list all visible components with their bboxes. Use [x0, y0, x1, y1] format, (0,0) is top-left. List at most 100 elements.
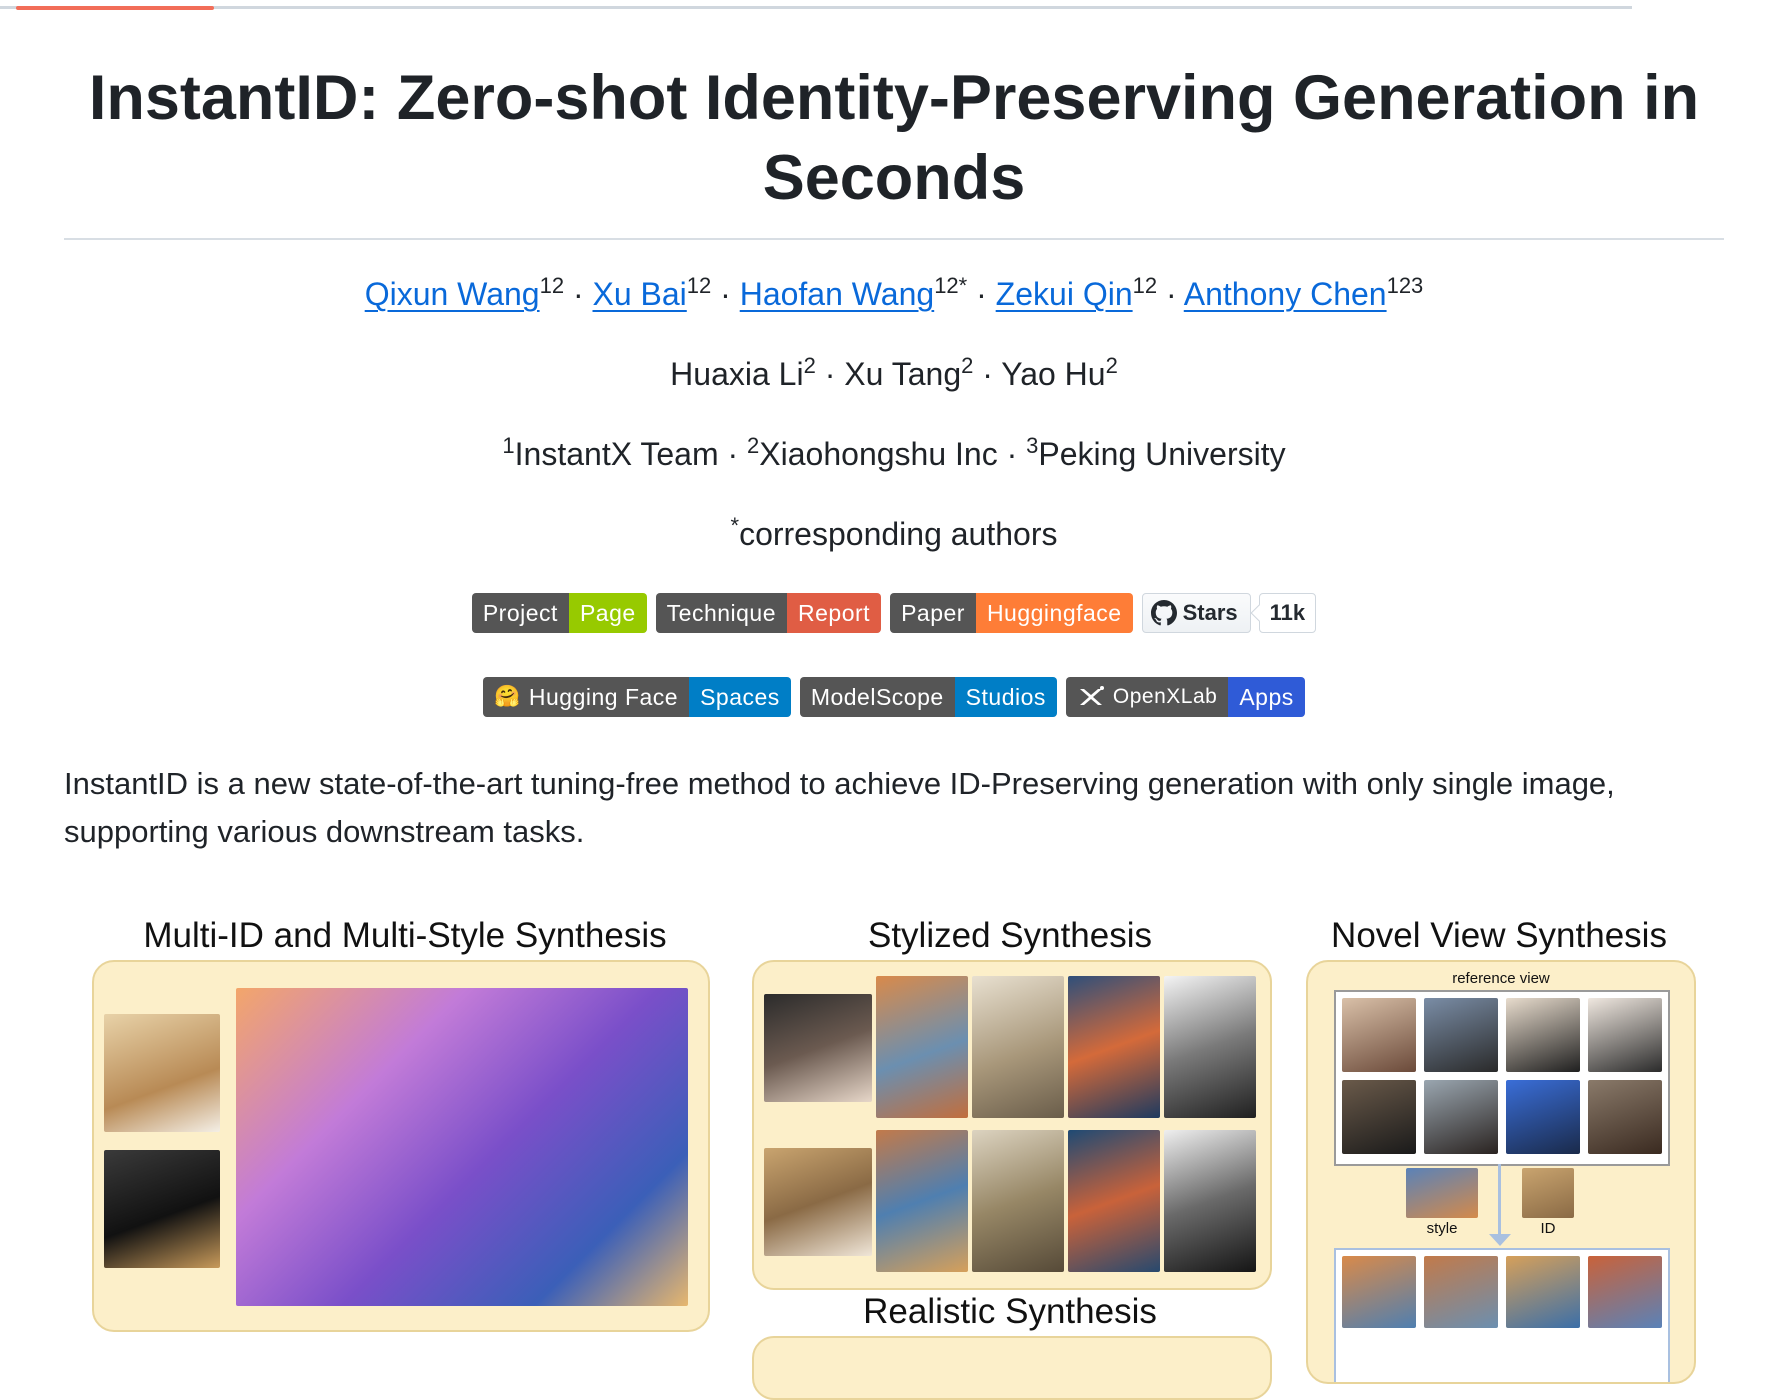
- stylized-output-image: [876, 976, 968, 1118]
- badge-value: Spaces: [689, 677, 791, 717]
- reference-view-image: [1588, 998, 1662, 1072]
- separator: ·: [976, 276, 987, 312]
- reference-face-image: [764, 994, 872, 1102]
- project-page-badge[interactable]: Project Page: [471, 593, 647, 633]
- reference-view-image: [1424, 998, 1498, 1072]
- github-icon: [1150, 600, 1177, 626]
- github-stars-badge: Stars 11k: [1141, 593, 1317, 633]
- page-title: InstantID: Zero-shot Identity-Preserving…: [88, 63, 1700, 213]
- author-sup: 2: [1105, 353, 1118, 378]
- modelscope-studios-badge[interactable]: ModelScope Studios: [799, 677, 1057, 717]
- author-list: Qixun Wang12 · Xu Bai12 · Haofan Wang12*…: [64, 273, 1724, 313]
- separator: ·: [572, 276, 584, 312]
- author-link-zekui-qin[interactable]: Zekui Qin: [996, 276, 1133, 312]
- stylized-output-image: [876, 1130, 968, 1272]
- reference-view-grid: [1334, 990, 1670, 1166]
- reference-view-image: [1342, 998, 1416, 1072]
- badge-row-demos: 🤗 Hugging Face Spaces ModelScope Studios…: [64, 677, 1724, 717]
- title-divider: [64, 238, 1724, 240]
- hugging-face-emoji: 🤗: [494, 685, 521, 708]
- author-sup: 2: [803, 353, 816, 378]
- badge-value: Apps: [1228, 677, 1305, 717]
- reference-face-image: [104, 1150, 220, 1268]
- stylized-output-image: [1164, 976, 1256, 1118]
- github-stars-count[interactable]: 11k: [1258, 593, 1317, 633]
- id-reference-image: [1522, 1168, 1574, 1218]
- project-description: InstantID is a new state-of-the-art tuni…: [64, 766, 1615, 849]
- affiliation-name: Peking University: [1038, 436, 1286, 472]
- badge-value: Studios: [954, 677, 1057, 717]
- affiliation-sup: 2: [747, 433, 760, 458]
- affiliation-sup: 1: [502, 433, 515, 458]
- novel-view-panel: reference view style ID: [1306, 960, 1696, 1384]
- page-progress-bar: [0, 6, 1632, 10]
- reference-view-image: [1342, 1080, 1416, 1154]
- separator: ·: [720, 276, 731, 312]
- generated-multi-id-image: [236, 988, 688, 1306]
- affiliation-name: Xiaohongshu Inc: [759, 436, 998, 472]
- affiliation-sup: 3: [1026, 433, 1039, 458]
- author-sup: 123: [1386, 273, 1424, 298]
- paper-huggingface-badge[interactable]: Paper Huggingface: [890, 593, 1133, 633]
- corresponding-note: *corresponding authors: [64, 513, 1724, 553]
- openxlab-apps-badge[interactable]: OpenXLab Apps: [1065, 677, 1305, 717]
- hugging-face-spaces-badge[interactable]: 🤗 Hugging Face Spaces: [483, 677, 791, 717]
- author-name: Xu Tang: [844, 356, 962, 392]
- badge-label: OpenXLab: [1112, 685, 1218, 708]
- stylized-output-image: [972, 1130, 1064, 1272]
- separator: ·: [1006, 436, 1018, 472]
- badge-label: Paper: [890, 593, 976, 633]
- reference-face-image: [104, 1014, 220, 1132]
- badge-label: Project: [471, 593, 569, 633]
- openxlab-icon: [1079, 686, 1104, 705]
- author-link-xu-bai[interactable]: Xu Bai: [593, 276, 687, 312]
- author-list-plain: Huaxia Li2 · Xu Tang2 · Yao Hu2: [64, 353, 1724, 393]
- affiliation-list: 1InstantX Team · 2Xiaohongshu Inc · 3Pek…: [64, 433, 1724, 473]
- novel-view-output-grid: [1334, 1248, 1670, 1382]
- author-sup: 12: [1132, 273, 1158, 298]
- flow-arrow-shaft: [1498, 1164, 1501, 1238]
- github-stars-button[interactable]: Stars: [1141, 593, 1251, 633]
- style-reference-image: [1406, 1168, 1478, 1218]
- id-label: ID: [1540, 1220, 1556, 1237]
- stylized-output-image: [1068, 976, 1160, 1118]
- realistic-title: Realistic Synthesis: [863, 1292, 1157, 1331]
- reference-view-image: [1506, 998, 1580, 1072]
- separator: ·: [824, 356, 836, 392]
- badge-row-primary: Project Page Technique Report Paper Hugg…: [64, 593, 1724, 633]
- author-sup: 12: [539, 273, 565, 298]
- corresponding-text: corresponding authors: [739, 516, 1058, 552]
- author-sup: 12*: [934, 273, 968, 298]
- badge-value: Page: [568, 593, 647, 633]
- novel-view-output-image: [1588, 1256, 1662, 1328]
- badge-label-group: OpenXLab: [1065, 677, 1229, 717]
- reference-face-image: [764, 1148, 872, 1256]
- stylized-output-image: [972, 976, 1064, 1118]
- novel-view-output-image: [1342, 1256, 1416, 1328]
- reference-view-image: [1588, 1080, 1662, 1154]
- author-name: Yao Hu: [1001, 356, 1106, 392]
- badge-label-group: 🤗 Hugging Face: [483, 677, 690, 717]
- corresponding-sup: *: [730, 513, 740, 538]
- technique-report-badge[interactable]: Technique Report: [655, 593, 882, 633]
- affiliation-name: InstantX Team: [514, 436, 719, 472]
- stylized-output-image: [1164, 1130, 1256, 1272]
- author-link-anthony-chen[interactable]: Anthony Chen: [1184, 276, 1387, 312]
- github-stars-label: Stars: [1182, 600, 1238, 625]
- style-label: style: [1426, 1220, 1458, 1237]
- novel-view-title: Novel View Synthesis: [1331, 916, 1667, 955]
- multi-id-panel: [92, 960, 710, 1332]
- badge-value: Huggingface: [975, 593, 1133, 633]
- novel-view-output-image: [1506, 1256, 1580, 1328]
- flow-arrow-head: [1489, 1234, 1511, 1246]
- author-link-qixun-wang[interactable]: Qixun Wang: [365, 276, 540, 312]
- reference-view-image: [1424, 1080, 1498, 1154]
- stylized-output-image: [1068, 1130, 1160, 1272]
- badge-label: ModelScope: [799, 677, 955, 717]
- multi-id-title: Multi-ID and Multi-Style Synthesis: [143, 916, 667, 955]
- stylized-title: Stylized Synthesis: [867, 916, 1153, 955]
- progress-bar-fill: [16, 6, 214, 10]
- author-sup: 12: [686, 273, 712, 298]
- author-link-haofan-wang[interactable]: Haofan Wang: [740, 276, 934, 312]
- badge-label: Technique: [655, 593, 788, 633]
